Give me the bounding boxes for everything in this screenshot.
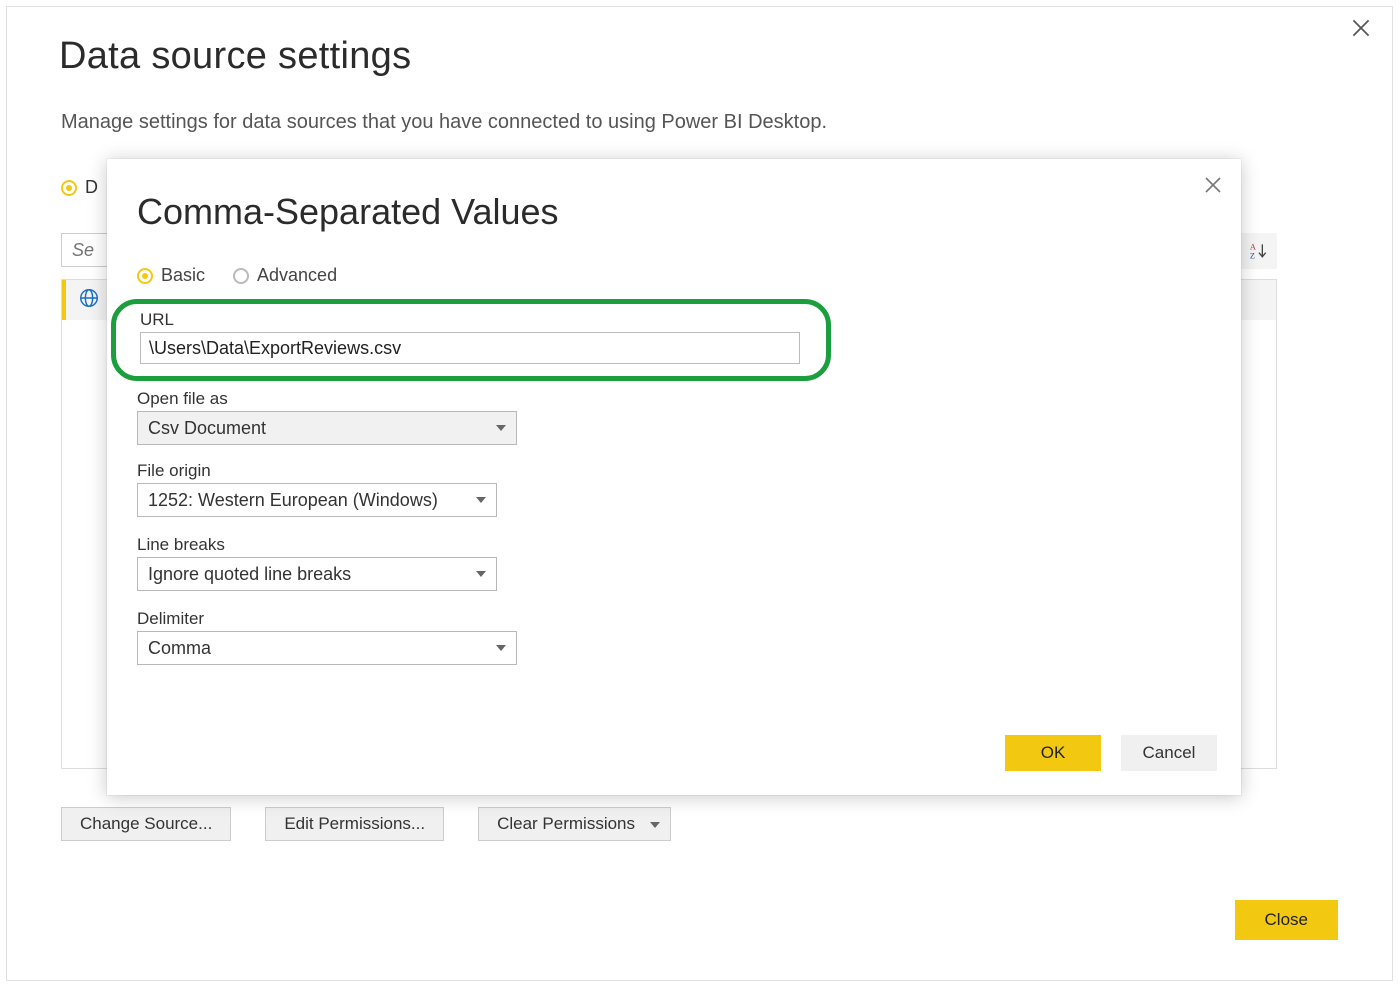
open-file-as-field: Open file as Csv Document (137, 389, 517, 445)
line-breaks-select[interactable]: Ignore quoted line breaks (137, 557, 497, 591)
cancel-button[interactable]: Cancel (1121, 735, 1217, 771)
chevron-down-icon (476, 497, 486, 503)
file-origin-field: File origin 1252: Western European (Wind… (137, 461, 517, 517)
data-source-settings-dialog: Data source settings Manage settings for… (6, 6, 1393, 981)
file-origin-select[interactable]: 1252: Western European (Windows) (137, 483, 497, 517)
csv-dialog: Comma-Separated Values Basic Advanced UR… (107, 159, 1241, 795)
globe-icon (78, 287, 100, 314)
ok-button[interactable]: OK (1005, 735, 1101, 771)
page-subtitle: Manage settings for data sources that yo… (61, 111, 827, 134)
page-title: Data source settings (59, 35, 411, 78)
close-icon[interactable] (1348, 15, 1374, 41)
line-breaks-label: Line breaks (137, 535, 517, 555)
delimiter-value: Comma (148, 638, 211, 659)
scope-radio-label: D (85, 177, 98, 198)
modal-title: Comma-Separated Values (137, 191, 559, 233)
open-file-as-value: Csv Document (148, 418, 266, 439)
svg-text:Z: Z (1250, 252, 1255, 261)
mode-basic-label: Basic (161, 265, 205, 286)
chevron-down-icon (496, 425, 506, 431)
sort-az-icon: A Z (1249, 241, 1269, 261)
url-highlight-box: URL (111, 299, 831, 381)
file-origin-label: File origin (137, 461, 517, 481)
radio-selected-icon (137, 268, 153, 284)
close-button[interactable]: Close (1235, 900, 1338, 940)
radio-unselected-icon (233, 268, 249, 284)
line-breaks-field: Line breaks Ignore quoted line breaks (137, 535, 517, 591)
url-label: URL (140, 310, 806, 330)
delimiter-label: Delimiter (137, 609, 517, 629)
open-file-as-select[interactable]: Csv Document (137, 411, 517, 445)
radio-selected-icon[interactable] (61, 180, 77, 196)
clear-permissions-label: Clear Permissions (497, 814, 635, 833)
modal-footer: OK Cancel (1005, 735, 1217, 771)
mode-radio-group: Basic Advanced (137, 265, 337, 286)
clear-permissions-button[interactable]: Clear Permissions (478, 807, 671, 841)
chevron-down-icon (650, 822, 660, 828)
mode-advanced-label: Advanced (257, 265, 337, 286)
open-file-as-label: Open file as (137, 389, 517, 409)
close-icon[interactable] (1201, 173, 1225, 197)
edit-permissions-button[interactable]: Edit Permissions... (265, 807, 444, 841)
url-input[interactable] (140, 332, 800, 364)
chevron-down-icon (476, 571, 486, 577)
delimiter-field: Delimiter Comma (137, 609, 517, 665)
delimiter-select[interactable]: Comma (137, 631, 517, 665)
scope-radio-group: D (61, 177, 98, 198)
mode-advanced-radio[interactable]: Advanced (233, 265, 337, 286)
change-source-button[interactable]: Change Source... (61, 807, 231, 841)
sort-button[interactable]: A Z (1241, 233, 1277, 269)
file-origin-value: 1252: Western European (Windows) (148, 490, 438, 511)
mode-basic-radio[interactable]: Basic (137, 265, 205, 286)
bottom-button-row: Change Source... Edit Permissions... Cle… (61, 807, 671, 841)
chevron-down-icon (496, 645, 506, 651)
svg-text:A: A (1250, 242, 1256, 251)
line-breaks-value: Ignore quoted line breaks (148, 564, 351, 585)
